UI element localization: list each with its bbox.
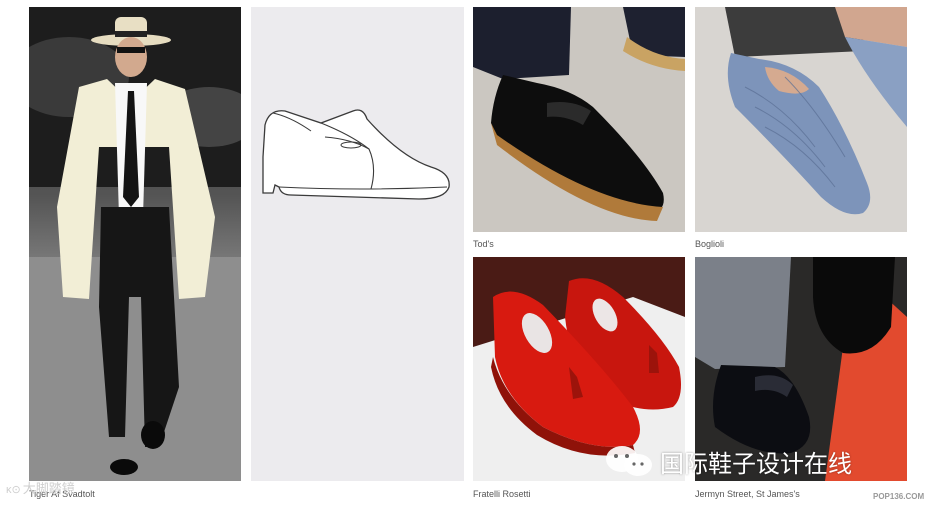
caption-look2: Tod's bbox=[473, 239, 494, 249]
watermark-left: ĸ⊙ 大脚踏镜 bbox=[6, 478, 75, 497]
watermark-site: POP136.COM bbox=[873, 492, 925, 501]
boglioli-loafer-photo bbox=[695, 7, 907, 232]
watermark-right: 国际鞋子设计在线 bbox=[604, 443, 852, 479]
watermark-right-text: 国际鞋子设计在线 bbox=[660, 450, 852, 478]
runway-model-photo bbox=[29, 7, 241, 481]
tods-loafer-photo bbox=[473, 7, 685, 232]
caption-look3: Boglioli bbox=[695, 239, 725, 249]
caption-look4: Fratelli Rosetti bbox=[473, 489, 531, 499]
watermark-left-text: 大脚踏镜 bbox=[22, 481, 75, 496]
wechat-icon bbox=[606, 446, 652, 476]
caption-look5: Jermyn Street, St James's bbox=[695, 489, 800, 499]
loafer-sketch bbox=[251, 7, 464, 481]
watermark-logo-icon: ĸ⊙ bbox=[6, 484, 21, 496]
